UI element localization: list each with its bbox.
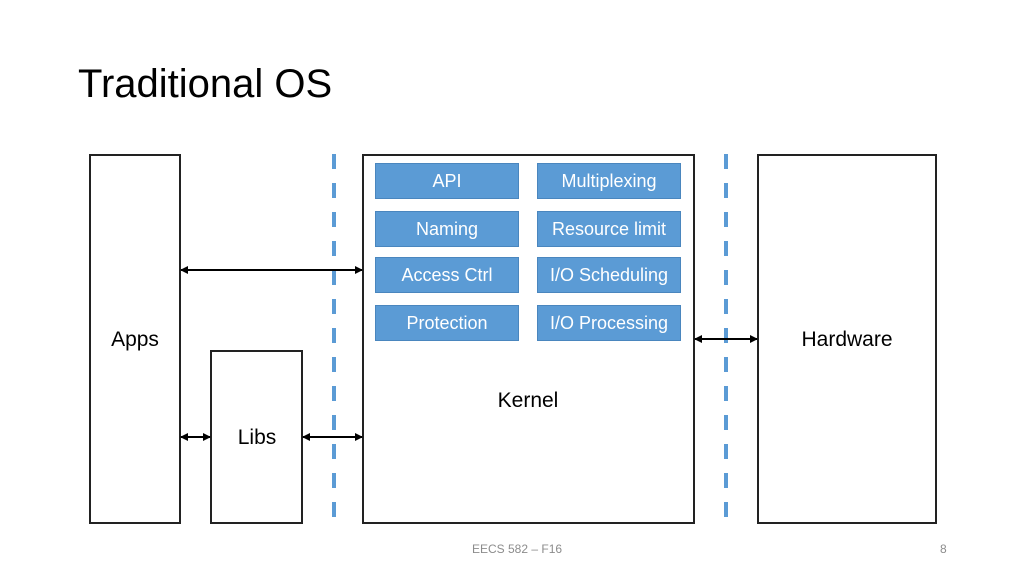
footer-text: EECS 582 – F16 (472, 542, 563, 556)
arrows-layer (180, 266, 758, 441)
page-number: 8 (940, 542, 947, 556)
